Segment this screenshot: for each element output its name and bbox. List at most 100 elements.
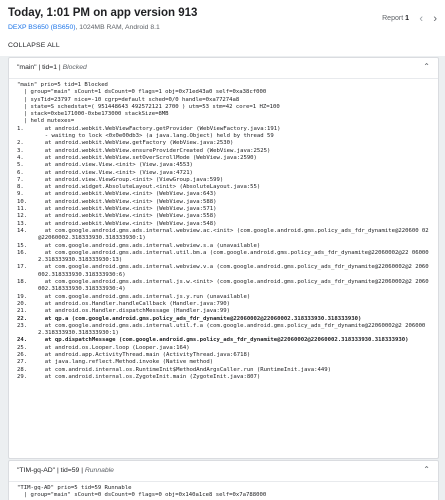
frame-text: at com.google.android.gms.ads.internal.w… — [38, 264, 429, 278]
frame-text: at android.webkit.WebView.<init> (WebVie… — [38, 198, 217, 205]
frame-number: 26. — [17, 351, 28, 358]
frame-text: at android.webkit.WebView.ensureProvider… — [38, 147, 271, 154]
frame-text: - waiting to lock <0x0e00db3> (a java.la… — [38, 133, 274, 140]
report-header: Today, 1:01 PM on app version 913 DEXP B… — [0, 0, 445, 56]
thread-name: "TIM-gq-AD" — [17, 467, 56, 474]
frame-text: at com.google.android.gms.ads.internal.j… — [38, 279, 429, 293]
frame-text: at android.view.View.<init> (View.java:4… — [38, 162, 193, 169]
frame-number: 9. — [17, 191, 24, 198]
report-number: 1 — [405, 15, 409, 22]
stack-frame: 25. at android.os.Looper.loop (Looper.ja… — [17, 345, 430, 352]
frame-number: 1. — [17, 125, 24, 132]
thread-name: "main" — [17, 64, 37, 71]
stack-frame: 26. at android.app.ActivityThread.main (… — [17, 352, 430, 359]
stack-frame: 20. at android.os.Handler.handleCallback… — [17, 301, 430, 308]
stack-frame: 17. at com.google.android.gms.ads.intern… — [17, 264, 430, 279]
frame-text: at com.android.internal.os.RuntimeInit$M… — [38, 366, 332, 373]
stack-frame: 2. at android.webkit.WebView.getFactory … — [17, 140, 430, 147]
frame-text: at android.webkit.WebView.<init> (WebVie… — [38, 220, 217, 227]
frame-number: 22. — [17, 315, 28, 322]
stack-frame: 22. at qp.a (com.google.android.gms.poli… — [17, 316, 430, 323]
stack-frame: 23. at com.google.android.gms.ads.intern… — [17, 323, 430, 338]
frame-number: 20. — [17, 300, 28, 307]
stack-frame: 24. at qp.dispatchMessage (com.google.an… — [17, 337, 430, 344]
chevron-right-icon[interactable]: › — [433, 13, 437, 25]
report-title: Today, 1:01 PM on app version 913 — [8, 7, 198, 19]
frame-text: at java.lang.reflect.Method.invoke (Nati… — [38, 359, 214, 366]
frame-text: at android.webkit.WebView.<init> (WebVie… — [38, 213, 217, 220]
frame-text: at android.widget.AbsoluteLayout.<init> … — [38, 184, 261, 191]
stack-frame: 4. at android.webkit.WebView.setOverScro… — [17, 155, 430, 162]
frame-text: at qp.dispatchMessage (com.google.androi… — [38, 337, 409, 344]
frame-text: at android.app.ActivityThread.main (Acti… — [38, 351, 251, 358]
frame-text: at android.view.ViewGroup.<init> (ViewGr… — [38, 176, 224, 183]
stack-frame: 9. at android.webkit.WebView.<init> (Web… — [17, 191, 430, 198]
collapse-all-button[interactable]: COLLAPSE ALL — [8, 42, 60, 49]
frame-number: 3. — [17, 147, 24, 154]
stack-frame: 10. at android.webkit.WebView.<init> (We… — [17, 199, 430, 206]
frame-text: at com.google.android.gms.ads.internal.u… — [38, 322, 426, 337]
frame-number: 5. — [17, 162, 24, 169]
thread-info-line: "TIM-gq-AD" prio=5 tid=59 Runnable — [17, 485, 132, 491]
frame-text: at android.webkit.WebView.<init> (WebVie… — [38, 206, 217, 213]
frame-number: 12. — [17, 213, 28, 220]
thread-info-line: | group="main" sCount=0 dsCount=0 flags=… — [17, 492, 267, 499]
stack-frame: 28. at com.android.internal.os.RuntimeIn… — [17, 367, 430, 374]
frame-number: 15. — [17, 242, 28, 249]
chevron-left-icon[interactable]: ‹ — [419, 13, 423, 25]
frame-text: at android.webkit.WebView.getFactory (We… — [38, 140, 234, 147]
frame-text: at com.android.internal.os.ZygoteInit.ma… — [38, 373, 261, 380]
stack-frame: 3. at android.webkit.WebView.ensureProvi… — [17, 148, 430, 155]
thread-tid: | tid=1 | — [36, 64, 63, 71]
report-label: Report — [382, 15, 404, 22]
thread-header-tim-gq-ad[interactable]: "TIM-gq-AD" | tid=59 | Runnable ⌃ — [9, 461, 438, 482]
frame-text: at qp.a (com.google.android.gms.policy_a… — [38, 315, 362, 322]
frame-number: 17. — [17, 264, 28, 271]
thread-info-line: | held mutexes= — [17, 118, 75, 125]
thread-title: "TIM-gq-AD" | tid=59 | Runnable — [17, 467, 114, 474]
device-link[interactable]: DEXP BS650 (BS650) — [8, 24, 76, 31]
device-specs: , 1024MB RAM, Android 8.1 — [75, 24, 160, 31]
frame-number: 27. — [17, 359, 28, 366]
stack-frame: 29. at com.android.internal.os.ZygoteIni… — [17, 374, 430, 381]
stack-frame: 6. at android.view.View.<init> (View.jav… — [17, 170, 430, 177]
stack-frame: 14. at com.google.android.gms.ads.intern… — [17, 228, 430, 243]
frame-number: 16. — [17, 249, 28, 256]
thread-info-line: | sysTid=23797 nice=-10 cgrp=default sch… — [17, 96, 240, 103]
chevron-up-icon[interactable]: ⌃ — [423, 62, 430, 71]
thread-tid: | tid=59 | — [55, 467, 85, 474]
stack-trace: "TIM-gq-AD" prio=5 tid=59 Runnable | gro… — [9, 482, 438, 500]
stack-frame: 12. at android.webkit.WebView.<init> (We… — [17, 213, 430, 220]
stack-frame: 21. at android.os.Handler.dispatchMessag… — [17, 308, 430, 315]
frame-text: at com.google.android.gms.ads.internal.j… — [38, 293, 251, 300]
frame-text: at com.google.android.gms.ads.internal.w… — [38, 227, 429, 242]
frame-number: 6. — [17, 169, 24, 176]
report-counter: Report 1 — [382, 15, 409, 22]
thread-info-line: | group="main" sCount=1 dsCount=0 flags=… — [17, 89, 267, 96]
chevron-up-icon[interactable]: ⌃ — [423, 465, 430, 474]
frame-number: 11. — [17, 206, 28, 213]
frame-text: at android.webkit.WebView.setOverScrollM… — [38, 154, 257, 161]
frame-number: 25. — [17, 344, 28, 351]
thread-info-line: | state=S schedstat=( 951448643 49257212… — [17, 103, 280, 110]
thread-header-main[interactable]: "main" | tid=1 | Blocked ⌃ — [9, 58, 438, 79]
frame-number: 2. — [17, 140, 24, 147]
stack-frame: 11. at android.webkit.WebView.<init> (We… — [17, 206, 430, 213]
thread-state: Runnable — [84, 467, 114, 474]
thread-title: "main" | tid=1 | Blocked — [17, 64, 87, 71]
stack-trace: "main" prio=5 tid=1 Blocked | group="mai… — [9, 79, 438, 381]
thread-card-main: "main" | tid=1 | Blocked ⌃ "main" prio=5… — [8, 57, 439, 459]
stack-frame: 13. at android.webkit.WebView.<init> (We… — [17, 221, 430, 228]
stack-frame: 5. at android.view.View.<init> (View.jav… — [17, 162, 430, 169]
stack-frame: 8. at android.widget.AbsoluteLayout.<ini… — [17, 184, 430, 191]
frame-text: at android.view.View.<init> (View.java:4… — [38, 169, 193, 176]
frame-number: 21. — [17, 308, 28, 315]
frame-number: 13. — [17, 220, 28, 227]
frame-text: at android.os.Handler.handleCallback (Ha… — [38, 300, 230, 307]
frame-number: 29. — [17, 373, 28, 380]
frame-text: at android.os.Looper.loop (Looper.java:1… — [38, 344, 190, 351]
frame-number: 4. — [17, 154, 24, 161]
stack-frame: 15. at com.google.android.gms.ads.intern… — [17, 243, 430, 250]
frame-number: 7. — [17, 176, 24, 183]
stack-frame: 1. at android.webkit.WebViewFactory.getP… — [17, 126, 430, 133]
